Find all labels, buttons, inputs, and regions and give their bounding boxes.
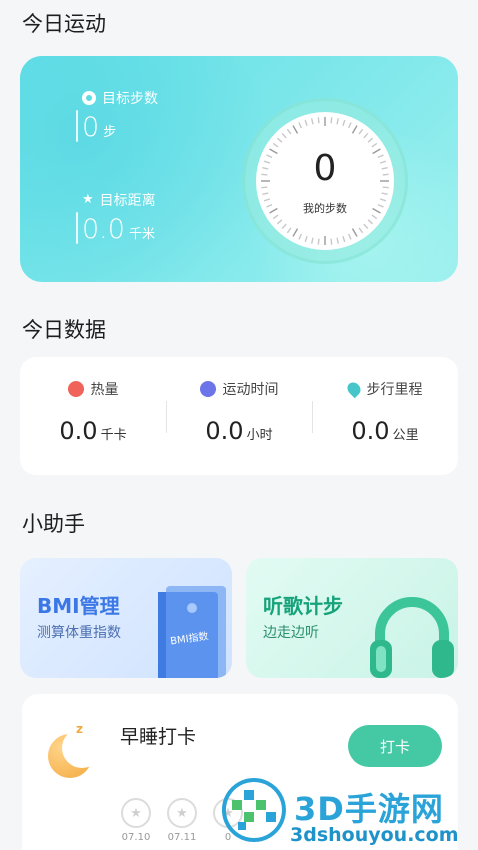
dial-tick xyxy=(363,223,369,230)
checkin-day[interactable]: ★ 07.10 xyxy=(120,798,152,843)
star-icon: ★ xyxy=(82,192,94,207)
stat-label: 步行里程 xyxy=(366,382,423,398)
target-icon xyxy=(82,91,96,105)
star-icon: ★ xyxy=(121,798,151,828)
dial-tick xyxy=(347,233,352,240)
dial-tick xyxy=(311,237,314,244)
dial-tick xyxy=(304,119,308,127)
moon-icon xyxy=(48,728,102,778)
dial-tick xyxy=(317,238,320,245)
stat-distance[interactable]: 步行里程 0.0 公里 xyxy=(312,379,458,445)
checkin-day-date: 07.11 xyxy=(167,832,197,843)
step-dial-face: 0 我的步数 xyxy=(256,112,394,250)
stat-unit: 公里 xyxy=(392,428,419,443)
music-title: 听歌计步 xyxy=(263,594,343,618)
bmi-title: BMI管理 xyxy=(37,594,120,618)
dial-tick xyxy=(330,117,333,124)
goal-distance-unit: 千米 xyxy=(128,227,155,242)
sleep-title: 早睡打卡 xyxy=(120,726,197,748)
checkin-day-date: 07.10 xyxy=(121,832,151,843)
dial-tick xyxy=(286,128,292,135)
watermark: 3D手游网 3dshouyou.com xyxy=(222,776,478,850)
checkin-day[interactable]: ★ 07.11 xyxy=(166,798,198,843)
sleep-z-badge: z xyxy=(76,722,83,736)
dial-tick xyxy=(336,118,339,125)
stat-value: 0.0 xyxy=(205,417,244,445)
dial-tick xyxy=(298,233,303,240)
headphones-icon xyxy=(370,597,454,678)
dial-tick xyxy=(363,132,369,139)
dial-tick xyxy=(292,228,299,237)
assistant-title: 小助手 xyxy=(22,512,85,536)
today-data-card: 热量 0.0 千卡 运动时间 0.0 小时 步行里程 0.0 公里 xyxy=(20,357,458,475)
stat-calories[interactable]: 热量 0.0 千卡 xyxy=(20,379,166,445)
dial-tick xyxy=(292,125,299,134)
dial-tick xyxy=(276,219,283,225)
stat-unit: 小时 xyxy=(246,428,273,443)
dial-tick xyxy=(262,192,269,195)
location-icon xyxy=(344,379,363,399)
dial-tick xyxy=(298,122,303,129)
bmi-card[interactable]: BMI管理 测算体重指数 BMI指数 xyxy=(20,558,232,678)
dial-tick xyxy=(336,237,339,244)
stat-label: 运动时间 xyxy=(222,382,279,398)
dial-tick xyxy=(342,235,346,243)
dial-tick xyxy=(286,227,292,234)
dial-tick xyxy=(272,142,279,148)
goal-distance-bar xyxy=(76,212,78,244)
dial-tick xyxy=(304,235,308,243)
dial-tick xyxy=(281,223,287,230)
dial-tick xyxy=(367,137,374,143)
goal-distance-label: 目标距离 xyxy=(99,193,156,209)
dial-tick xyxy=(381,192,388,195)
today-sport-card[interactable]: 目标步数 0 步 ★ 目标距离 0.0 千米 0 我的步数 xyxy=(20,56,458,282)
dial-tick xyxy=(351,125,358,134)
dial-tick xyxy=(311,118,314,125)
dial-tick xyxy=(367,219,374,225)
dial-tick xyxy=(371,142,378,148)
stat-label: 热量 xyxy=(90,382,119,398)
today-sport-title: 今日运动 xyxy=(22,12,106,36)
step-count: 0 xyxy=(313,148,337,189)
checkin-button[interactable]: 打卡 xyxy=(348,725,442,767)
step-count-label: 我的步数 xyxy=(303,202,347,215)
dial-tick xyxy=(351,228,358,237)
music-subtitle: 边走边听 xyxy=(263,625,319,641)
stat-value: 0.0 xyxy=(59,417,98,445)
dial-tick xyxy=(358,227,364,234)
clock-icon xyxy=(199,381,216,397)
book-icon: BMI指数 xyxy=(158,586,226,678)
dial-tick xyxy=(276,137,283,143)
goal-steps-value: 0 xyxy=(82,112,100,143)
dial-tick xyxy=(281,132,287,139)
dial-tick xyxy=(317,117,320,124)
bmi-subtitle: 测算体重指数 xyxy=(37,625,121,641)
music-card[interactable]: 听歌计步 边走边听 xyxy=(246,558,458,678)
watermark-url: 3dshouyou.com xyxy=(290,824,459,846)
star-icon: ★ xyxy=(167,798,197,828)
stat-unit: 千卡 xyxy=(100,428,127,443)
goal-distance-value: 0.0 xyxy=(82,214,125,245)
watermark-logo xyxy=(222,778,286,842)
goal-steps-unit: 步 xyxy=(103,125,117,140)
goal-steps-bar xyxy=(76,110,78,142)
flame-icon xyxy=(67,381,84,397)
step-dial[interactable]: 0 我的步数 xyxy=(242,98,408,264)
dial-tick xyxy=(330,238,333,245)
goal-steps-label: 目标步数 xyxy=(102,91,158,107)
today-data-title: 今日数据 xyxy=(22,318,106,342)
dial-tick xyxy=(342,119,346,127)
goal-distance[interactable]: ★ 目标距离 0.0 千米 xyxy=(76,190,156,245)
goal-steps[interactable]: 目标步数 0 步 xyxy=(76,88,158,143)
dial-tick xyxy=(358,128,364,135)
stat-duration[interactable]: 运动时间 0.0 小时 xyxy=(166,379,312,445)
dial-tick xyxy=(347,122,352,129)
stat-value: 0.0 xyxy=(351,417,390,445)
